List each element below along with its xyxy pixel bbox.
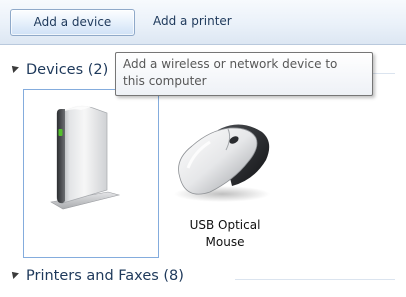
command-bar: Add a device Add a printer [0,0,406,45]
add-device-button[interactable]: Add a device [10,9,135,36]
collapse-triangle-icon[interactable] [9,63,19,73]
devices-group-header[interactable]: Devices (2) [9,62,109,82]
devices-and-printers-window: Add a device Add a printer Devices (2) U… [0,0,406,297]
devices-group-label: Devices (2) [26,62,109,78]
add-device-tooltip: Add a wireless or network device to this… [115,52,373,96]
printers-group-header[interactable]: Printers and Faxes (8) [9,268,184,288]
mouse-icon [174,124,270,202]
collapse-triangle-icon[interactable] [9,269,19,279]
device-tile-mouse[interactable]: USB Optical Mouse [170,108,280,258]
mouse-name-label: USB Optical Mouse [189,218,261,249]
device-tile-drive[interactable] [23,89,159,258]
printers-group-label: Printers and Faxes (8) [26,268,184,284]
add-printer-button[interactable]: Add a printer [147,9,238,34]
external-drive-icon [50,105,121,210]
group-divider [235,279,395,280]
